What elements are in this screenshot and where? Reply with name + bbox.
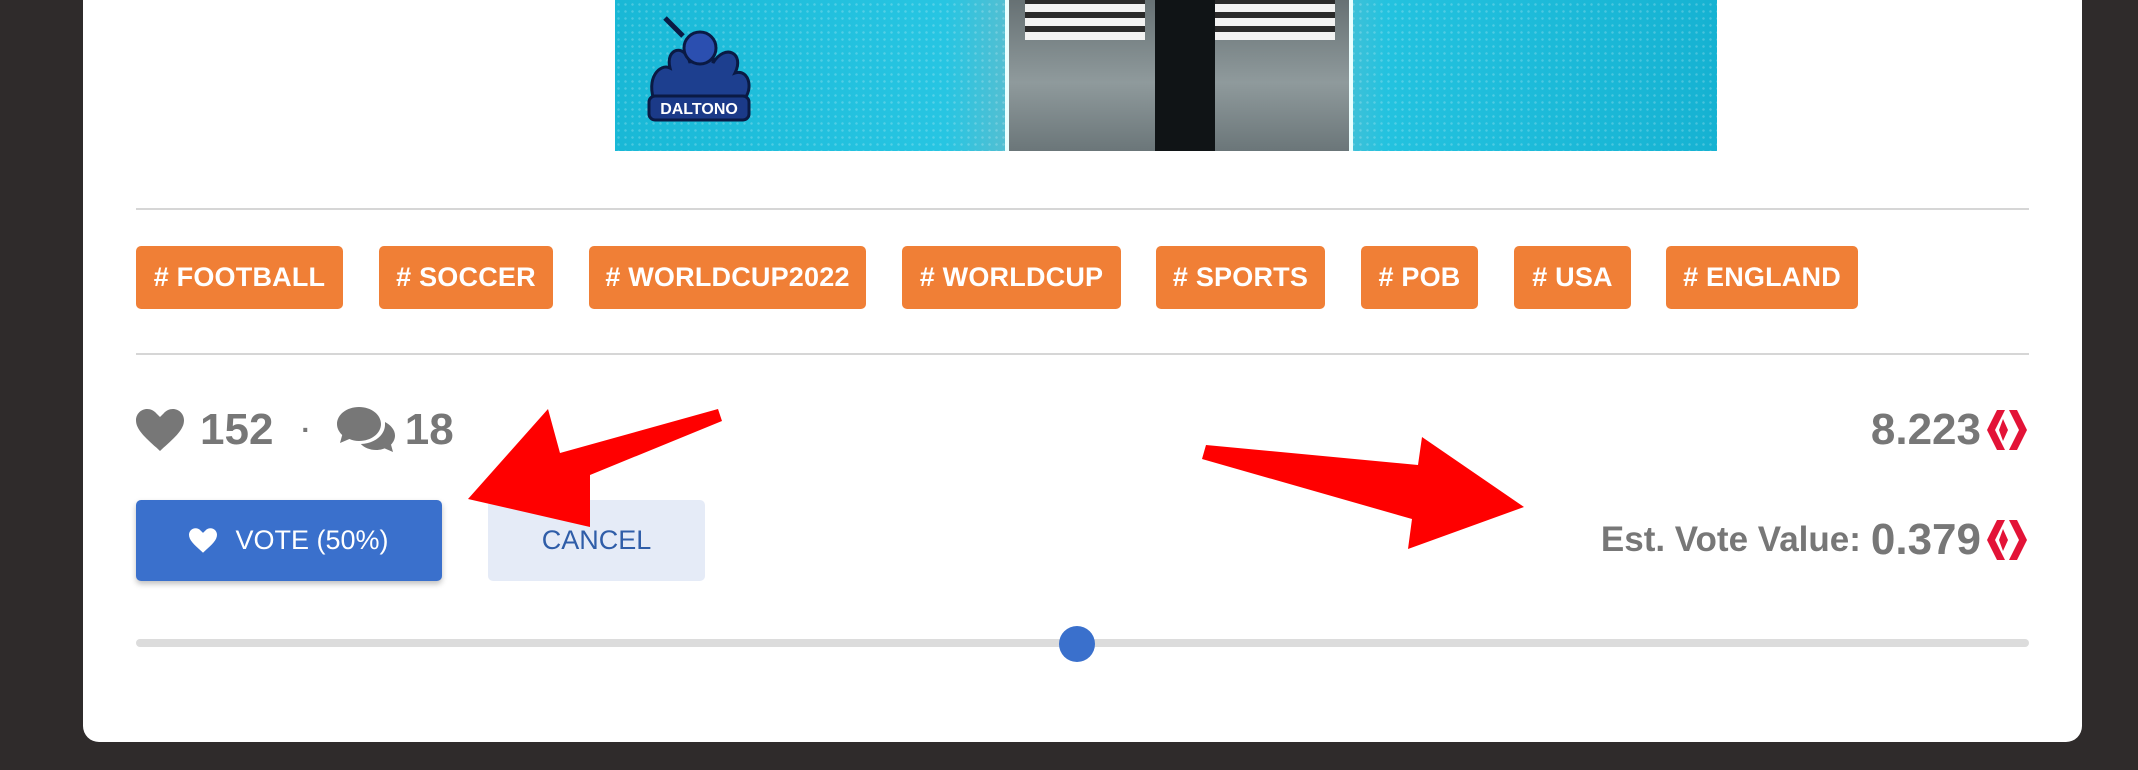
tag-worldcup[interactable]: # WORLDCUP: [902, 246, 1121, 309]
daltono-logo: DALTONO: [647, 16, 751, 122]
payout-value[interactable]: 8.223: [1871, 400, 2029, 460]
heart-icon[interactable]: [136, 409, 184, 451]
logo-text: DALTONO: [660, 101, 738, 118]
hero-shadow: [1155, 0, 1215, 151]
payout-amount: 8.223: [1870, 405, 1981, 454]
vote-weight-slider-thumb[interactable]: [1058, 626, 1095, 662]
post-hero-image: DALTONO: [615, 0, 1717, 151]
est-vote-label: Est. Vote Value:: [1600, 520, 1861, 559]
tag-pob[interactable]: # POB: [1361, 246, 1478, 309]
tag-sports[interactable]: # SPORTS: [1156, 246, 1325, 309]
tag-worldcup2022[interactable]: # WORLDCUP2022: [589, 246, 866, 309]
hive-logo-icon: [1987, 410, 2027, 450]
hero-shorts-left: [1025, 0, 1145, 40]
tag-usa[interactable]: # USA: [1514, 246, 1631, 309]
est-vote-amount: 0.379: [1870, 515, 1981, 564]
comments-count[interactable]: 18: [405, 405, 454, 455]
vote-button[interactable]: VOTE (50%): [136, 500, 442, 581]
comments-icon[interactable]: [336, 407, 395, 453]
vote-button-label: VOTE (50%): [235, 525, 389, 555]
divider-top: [136, 208, 2029, 210]
stats-separator: ·: [301, 414, 311, 445]
est-vote-value: Est. Vote Value: 0.379: [1601, 510, 2029, 570]
tag-football[interactable]: # FOOTBALL: [136, 246, 343, 309]
hive-logo-icon: [1987, 520, 2027, 560]
divider-bottom: [136, 353, 2029, 355]
heart-icon: [189, 528, 218, 553]
cancel-button[interactable]: CANCEL: [488, 500, 705, 581]
votes-count[interactable]: 152: [200, 405, 273, 455]
tag-england[interactable]: # ENGLAND: [1666, 246, 1858, 309]
hero-shorts-right: [1215, 0, 1335, 40]
tag-soccer[interactable]: # SOCCER: [379, 246, 553, 309]
post-stats: 152 · 18: [136, 400, 454, 460]
